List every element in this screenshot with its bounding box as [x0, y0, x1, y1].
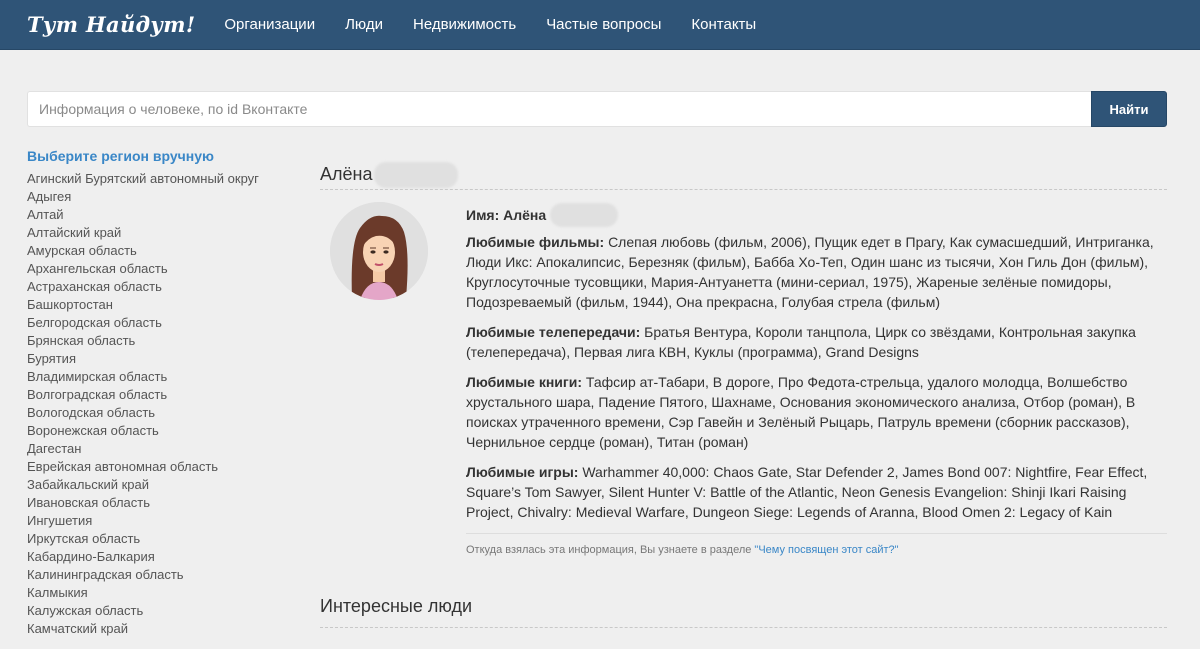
favorite-movies: Любимые фильмы: Слепая любовь (фильм, 20…: [466, 232, 1167, 312]
field-label: Любимые игры:: [466, 464, 579, 480]
region-item[interactable]: Камчатский край: [27, 620, 287, 638]
region-item[interactable]: Архангельская область: [27, 260, 287, 278]
female-avatar-icon: [330, 202, 428, 300]
region-item[interactable]: Дагестан: [27, 440, 287, 458]
region-item[interactable]: Кабардино-Балкария: [27, 548, 287, 566]
favorite-tv-shows: Любимые телепередачи: Братья Вентура, Ко…: [466, 322, 1167, 362]
field-label: Любимые телепередачи:: [466, 324, 641, 340]
region-item[interactable]: Брянская область: [27, 332, 287, 350]
region-select-title[interactable]: Выберите регион вручную: [27, 148, 287, 164]
about-site-link[interactable]: "Чему посвящен этот сайт?": [754, 544, 898, 556]
region-item[interactable]: Ивановская область: [27, 494, 287, 512]
nav-faq[interactable]: Частые вопросы: [531, 0, 676, 50]
main-content: Алёна Имя: Алёна Любимые фильмы: Слепая …: [320, 160, 1167, 628]
region-item[interactable]: Волгоградская область: [27, 386, 287, 404]
info-source-note: Откуда взялась эта информация, Вы узнает…: [466, 544, 899, 556]
search-input[interactable]: [27, 91, 1091, 127]
search-button[interactable]: Найти: [1091, 91, 1167, 127]
region-item[interactable]: Ингушетия: [27, 512, 287, 530]
region-sidebar: Выберите регион вручную Агинский Бурятск…: [27, 148, 287, 638]
person-header: Алёна: [320, 160, 1167, 190]
region-item[interactable]: Амурская область: [27, 242, 287, 260]
person-name-title: Алёна: [320, 164, 373, 184]
avatar: [330, 202, 428, 300]
person-details: Имя: Алёна Любимые фильмы: Слепая любовь…: [466, 202, 1167, 532]
name-label: Имя:: [466, 207, 500, 223]
section-divider: [466, 533, 1167, 534]
nav-people[interactable]: Люди: [330, 0, 398, 50]
nav-organizations[interactable]: Организации: [209, 0, 330, 50]
region-item[interactable]: Алтайский край: [27, 224, 287, 242]
region-item[interactable]: Иркутская область: [27, 530, 287, 548]
region-item[interactable]: Калмыкия: [27, 584, 287, 602]
site-logo[interactable]: Тут Найдут!: [27, 12, 195, 37]
region-item[interactable]: Агинский Бурятский автономный округ: [27, 170, 287, 188]
region-item[interactable]: Башкортостан: [27, 296, 287, 314]
note-text: Откуда взялась эта информация, Вы узнает…: [466, 544, 755, 556]
search-bar: Найти: [27, 91, 1167, 127]
region-item[interactable]: Воронежская область: [27, 422, 287, 440]
field-label: Любимые книги:: [466, 374, 583, 390]
region-item[interactable]: Вологодская область: [27, 404, 287, 422]
blurred-surname-2: [550, 203, 619, 227]
field-label: Любимые фильмы:: [466, 234, 605, 250]
blurred-surname: [374, 161, 459, 188]
top-navbar: Тут Найдут! Организации Люди Недвижимост…: [0, 0, 1200, 50]
name-row: Имя: Алёна: [466, 202, 1167, 228]
region-item[interactable]: Бурятия: [27, 350, 287, 368]
region-item[interactable]: Алтай: [27, 206, 287, 224]
nav-contacts[interactable]: Контакты: [676, 0, 771, 50]
region-list: Агинский Бурятский автономный округ Адыге…: [27, 170, 287, 638]
region-item[interactable]: Еврейская автономная область: [27, 458, 287, 476]
person-profile: Имя: Алёна Любимые фильмы: Слепая любовь…: [320, 202, 1167, 556]
region-item[interactable]: Калужская область: [27, 602, 287, 620]
favorite-books: Любимые книги: Тафсир ат-Табари, В дорог…: [466, 372, 1167, 452]
region-item[interactable]: Белгородская область: [27, 314, 287, 332]
region-item[interactable]: Калининградская область: [27, 566, 287, 584]
region-item[interactable]: Астраханская область: [27, 278, 287, 296]
region-item[interactable]: Владимирская область: [27, 368, 287, 386]
nav-real-estate[interactable]: Недвижимость: [398, 0, 531, 50]
name-value: Алёна: [503, 207, 547, 223]
region-item[interactable]: Адыгея: [27, 188, 287, 206]
favorite-games: Любимые игры: Warhammer 40,000: Chaos Ga…: [466, 462, 1167, 522]
region-item[interactable]: Забайкальский край: [27, 476, 287, 494]
interesting-people-title: Интересные люди: [320, 596, 1167, 628]
